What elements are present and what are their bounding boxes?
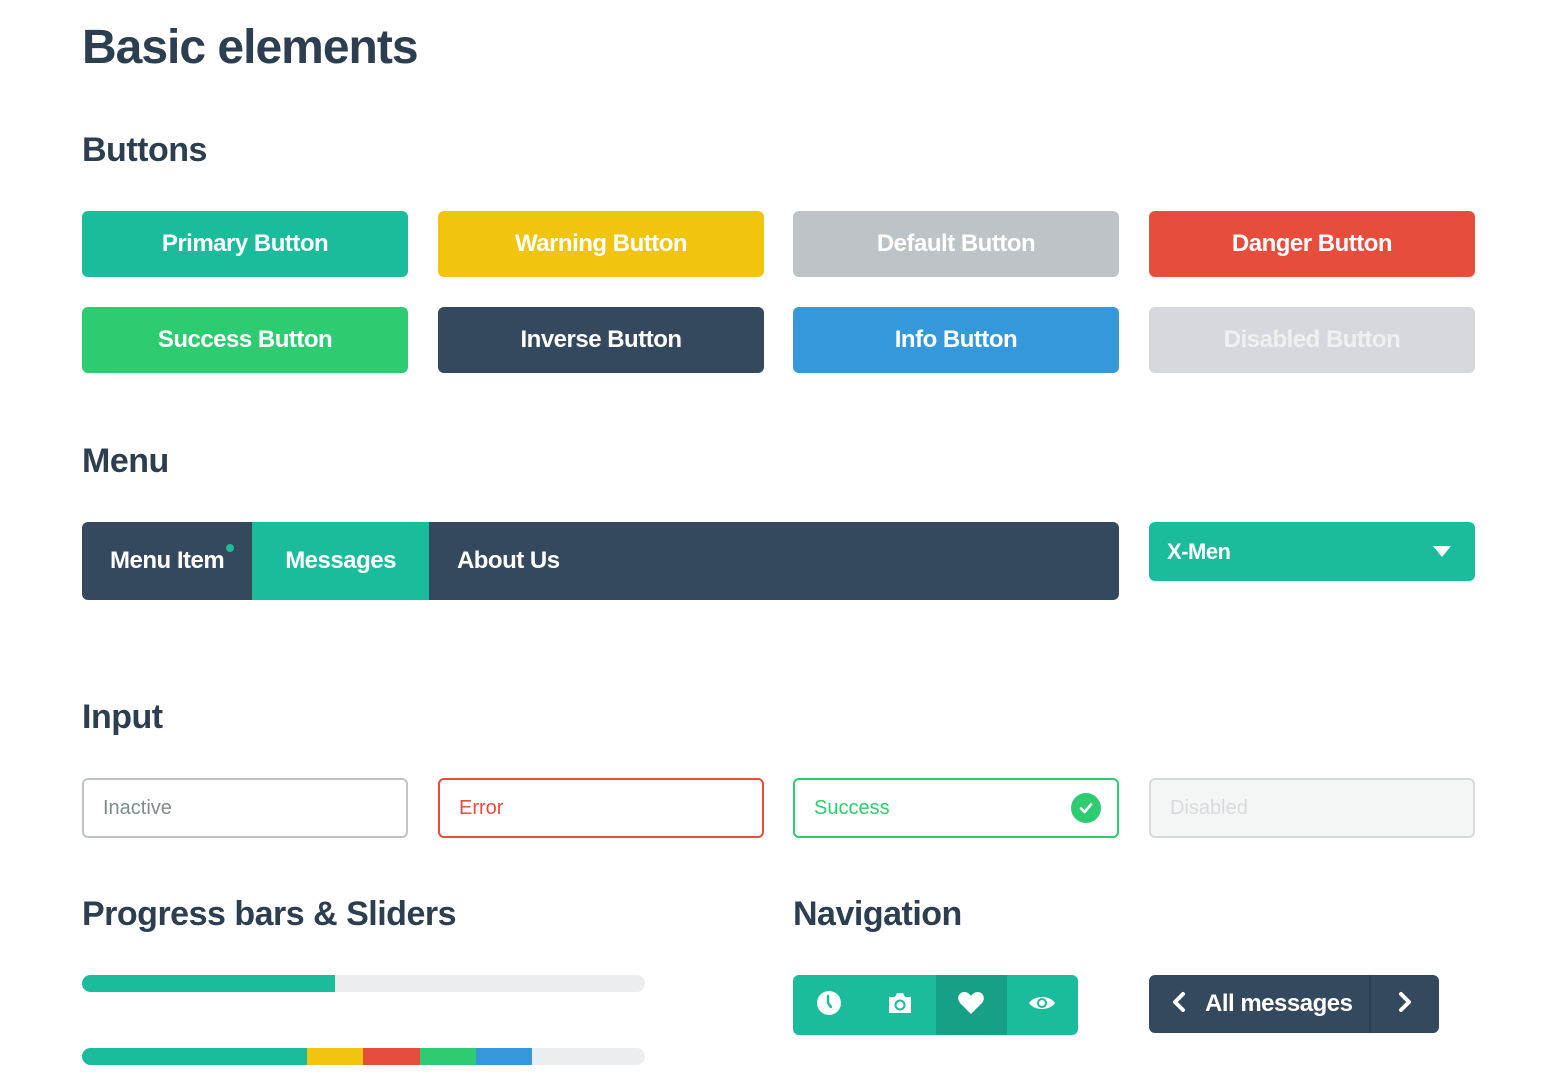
default-button[interactable]: Default Button — [793, 211, 1119, 277]
multi-progress-bar — [82, 1048, 645, 1065]
eye-icon — [1028, 994, 1056, 1017]
success-button[interactable]: Success Button — [82, 307, 408, 373]
icon-nav-bar — [793, 975, 1078, 1035]
notification-dot — [226, 544, 235, 552]
heart-button[interactable] — [935, 975, 1007, 1035]
error-input[interactable]: Error — [438, 778, 764, 838]
disabled-input: Disabled — [1149, 778, 1475, 838]
menu-bar: Menu Item Messages About Us — [82, 522, 1119, 600]
progress-segment — [476, 1048, 533, 1065]
input-placeholder: Disabled — [1170, 796, 1248, 819]
success-input[interactable]: Success — [793, 778, 1119, 838]
eye-button[interactable] — [1007, 975, 1078, 1035]
camera-button[interactable] — [864, 975, 935, 1035]
progress-segment — [82, 975, 336, 992]
chevron-left-icon — [1171, 991, 1187, 1018]
progress-bar — [82, 975, 645, 992]
progress-segment — [307, 1048, 364, 1065]
primary-button[interactable]: Primary Button — [82, 211, 408, 277]
warning-button[interactable]: Warning Button — [438, 211, 764, 277]
clock-icon — [816, 990, 842, 1021]
section-title-navigation: Navigation — [793, 895, 962, 933]
menu-item-messages[interactable]: Messages — [252, 522, 429, 600]
pager-label: All messages — [1205, 990, 1353, 1017]
section-title-menu: Menu — [82, 442, 169, 480]
disabled-button: Disabled Button — [1149, 307, 1475, 373]
pager-next-button[interactable] — [1369, 975, 1439, 1033]
inverse-button[interactable]: Inverse Button — [438, 307, 764, 373]
select-value: X-Men — [1167, 538, 1231, 564]
chevron-right-icon — [1397, 991, 1413, 1018]
section-title-input: Input — [82, 698, 163, 736]
check-circle-icon — [1071, 793, 1101, 823]
progress-segment — [82, 1048, 308, 1065]
input-value: Success — [814, 796, 890, 819]
xmen-select[interactable]: X-Men — [1149, 522, 1475, 581]
menu-item-about-us[interactable]: About Us — [429, 522, 588, 600]
heart-icon — [957, 991, 985, 1020]
inactive-input[interactable]: Inactive — [82, 778, 408, 838]
menu-item-menu-item[interactable]: Menu Item — [82, 522, 252, 600]
section-title-buttons: Buttons — [82, 131, 207, 169]
caret-down-icon — [1433, 546, 1451, 557]
clock-button[interactable] — [793, 975, 864, 1035]
input-value: Error — [459, 796, 504, 819]
progress-segment — [419, 1048, 477, 1065]
pager-prev-button[interactable]: All messages — [1149, 975, 1369, 1033]
progress-segment — [363, 1048, 420, 1065]
menu-item-label: About Us — [456, 547, 560, 574]
page-title: Basic elements — [82, 21, 419, 74]
danger-button[interactable]: Danger Button — [1149, 211, 1475, 277]
menu-item-label: Menu Item — [110, 547, 225, 574]
message-pager: All messages — [1149, 975, 1439, 1033]
menu-item-label: Messages — [285, 547, 396, 574]
section-title-progress: Progress bars & Sliders — [82, 895, 457, 933]
info-button[interactable]: Info Button — [793, 307, 1119, 373]
camera-icon — [887, 991, 913, 1020]
input-placeholder: Inactive — [103, 796, 172, 819]
